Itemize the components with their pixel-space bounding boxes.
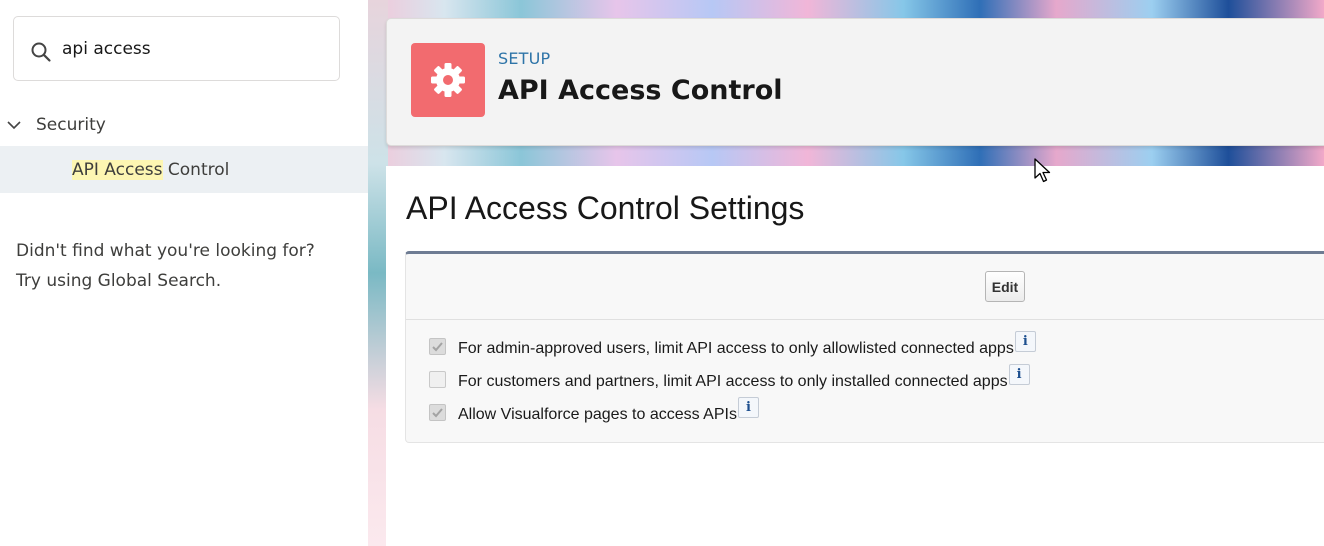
no-results-hint: Didn't find what you're looking for? Try…: [16, 236, 356, 296]
checkmark-icon: [432, 407, 443, 417]
edit-button[interactable]: Edit: [985, 271, 1025, 302]
quick-find-input[interactable]: [62, 35, 322, 63]
info-icon[interactable]: i: [1014, 330, 1036, 352]
checkmark-icon: [432, 341, 443, 351]
checkbox-admin-approved[interactable]: [429, 337, 446, 355]
settings-title: API Access Control Settings: [406, 190, 805, 226]
no-results-line-2: Try using Global Search.: [16, 271, 222, 291]
page-header: SETUP API Access Control: [386, 18, 1324, 146]
button-bar: Edit: [406, 254, 1324, 320]
tree-item-label: API Access Control: [72, 159, 230, 180]
tree-group-label: Security: [36, 115, 106, 135]
header-icon-tile: [411, 43, 485, 117]
search-icon: [31, 42, 51, 62]
setup-sidebar: Security API Access Control Didn't find …: [0, 0, 368, 546]
gear-icon: [431, 63, 465, 97]
chevron-down-icon: [7, 121, 21, 130]
tree-item-label-rest: Control: [162, 159, 230, 180]
setting-row-customers-partners: For customers and partners, limit API ac…: [429, 363, 1030, 391]
background-gradient: [368, 0, 388, 546]
checkbox-visualforce[interactable]: [429, 403, 446, 421]
header-eyebrow: SETUP: [498, 49, 551, 68]
setting-row-admin-approved: For admin-approved users, limit API acce…: [429, 330, 1036, 358]
settings-section: Edit For admin-approved users, limit API…: [405, 251, 1324, 443]
quick-find-box[interactable]: [13, 16, 340, 81]
setting-row-visualforce: Allow Visualforce pages to access APIs i: [429, 396, 759, 424]
info-icon[interactable]: i: [1008, 363, 1030, 385]
tree-item-api-access-control[interactable]: API Access Control: [0, 146, 368, 193]
mouse-cursor-icon: [1034, 158, 1051, 183]
settings-panel: API Access Control Settings Edit For adm…: [386, 166, 1324, 546]
setting-label: Allow Visualforce pages to access APIs: [458, 406, 737, 423]
tree-group-security[interactable]: Security: [0, 108, 368, 142]
checkbox-customers-partners[interactable]: [429, 370, 446, 388]
info-icon[interactable]: i: [737, 396, 759, 418]
setting-label: For customers and partners, limit API ac…: [458, 373, 1008, 390]
search-match-highlight: API Access: [72, 159, 163, 180]
main-content-area: SETUP API Access Control API Access Cont…: [368, 0, 1324, 546]
page-title: API Access Control: [498, 75, 783, 106]
no-results-line-1: Didn't find what you're looking for?: [16, 241, 315, 261]
setting-label: For admin-approved users, limit API acce…: [458, 340, 1014, 357]
